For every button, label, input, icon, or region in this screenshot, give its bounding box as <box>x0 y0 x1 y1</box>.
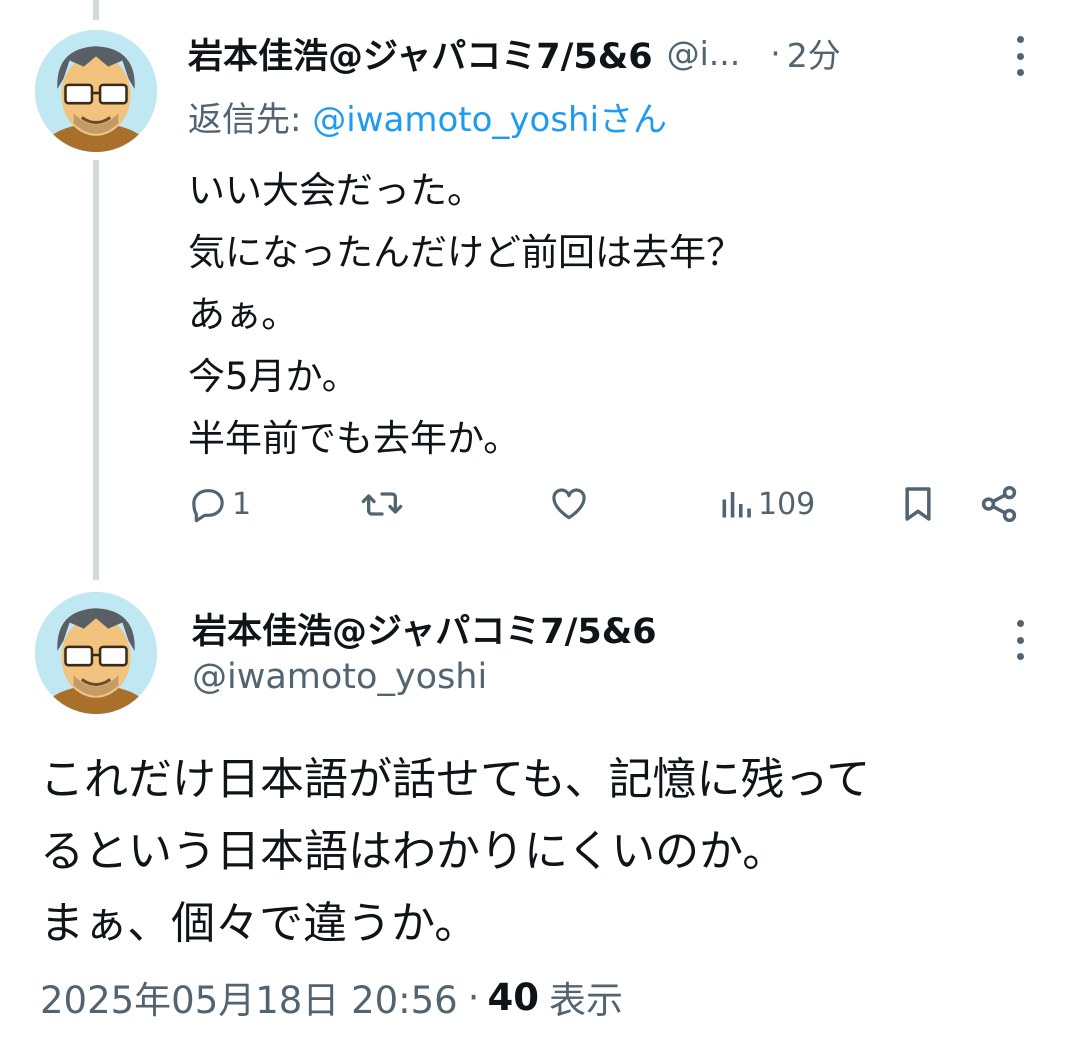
reply-tweet-header: 岩本佳浩@ジャパコミ7/5&6 @i... · 2分 <box>188 28 1018 78</box>
heart-icon <box>552 488 586 520</box>
reply-count: 1 <box>232 486 252 522</box>
replying-to: 返信先: @iwamoto_yoshiさん <box>188 92 667 141</box>
separator-dot: · <box>770 33 781 73</box>
reply-button[interactable]: 1 <box>188 478 251 530</box>
user-handle[interactable]: @iwamoto_yoshi <box>192 657 487 697</box>
tweet-text-line: 気になったんだけど前回は去年？ <box>188 231 743 274</box>
tweet-text-line: 今5月か。 <box>188 355 359 398</box>
tweet-actions-bar: 1 109 <box>188 478 1028 530</box>
thread-connector <box>93 160 99 580</box>
user-handle[interactable]: @i... <box>667 34 741 73</box>
share-icon <box>981 485 1017 523</box>
main-tweet-body: これだけ日本語が話せても、記憶に残って るという日本語はわかりにくいのか。 まぁ… <box>40 744 1050 960</box>
like-button[interactable] <box>548 478 590 530</box>
replying-label: 返信先: <box>188 100 313 140</box>
avatar[interactable] <box>35 30 157 152</box>
views-chart-icon <box>722 492 751 518</box>
views-label: 表示 <box>548 979 623 1022</box>
tweet-thread-page: 岩本佳浩@ジャパコミ7/5&6 @i... · 2分 返信先: @iwamoto… <box>0 0 1080 1044</box>
reply-icon <box>192 489 224 523</box>
tweet-timestamp[interactable]: 2025年05月18日 20:56 <box>40 970 458 1024</box>
retweet-icon <box>361 492 403 516</box>
tweet-text-line: 半年前でも去年か。 <box>188 417 521 460</box>
avatar-illustration <box>35 30 157 152</box>
bookmark-icon <box>905 487 931 521</box>
views-button[interactable]: 109 <box>718 478 815 530</box>
view-count: 109 <box>758 486 816 522</box>
thread-connector-top <box>93 0 99 20</box>
mention-suffix: さん <box>599 100 668 140</box>
more-vertical-icon[interactable] <box>1012 36 1028 76</box>
avatar-illustration <box>35 592 157 714</box>
tweet-text-line: あぁ。 <box>188 293 299 336</box>
tweet-text-line: いい大会だった。 <box>188 169 484 212</box>
tweet-time[interactable]: 2分 <box>787 29 841 77</box>
tweet-text-line: まぁ、個々で違うか。 <box>40 898 479 949</box>
share-button[interactable] <box>978 478 1020 530</box>
more-vertical-icon[interactable] <box>1012 620 1028 660</box>
display-name[interactable]: 岩本佳浩@ジャパコミ7/5&6 <box>192 603 657 654</box>
display-name[interactable]: 岩本佳浩@ジャパコミ7/5&6 <box>188 28 653 79</box>
separator-dot: · <box>467 975 480 1019</box>
reply-tweet-body: いい大会だった。 気になったんだけど前回は去年？ あぁ。 今5月か。 半年前でも… <box>188 160 1018 470</box>
mention-link[interactable]: @iwamoto_yoshi <box>312 100 599 140</box>
views-count: 40 <box>487 975 539 1019</box>
retweet-button[interactable] <box>360 478 404 530</box>
avatar[interactable] <box>35 592 157 714</box>
tweet-text-line: これだけ日本語が話せても、記憶に残って <box>40 754 871 805</box>
bookmark-button[interactable] <box>898 478 938 530</box>
tweet-text-line: るという日本語はわかりにくいのか。 <box>40 826 787 877</box>
tweet-meta: 2025年05月18日 20:56 · 40 表示 <box>40 970 623 1024</box>
